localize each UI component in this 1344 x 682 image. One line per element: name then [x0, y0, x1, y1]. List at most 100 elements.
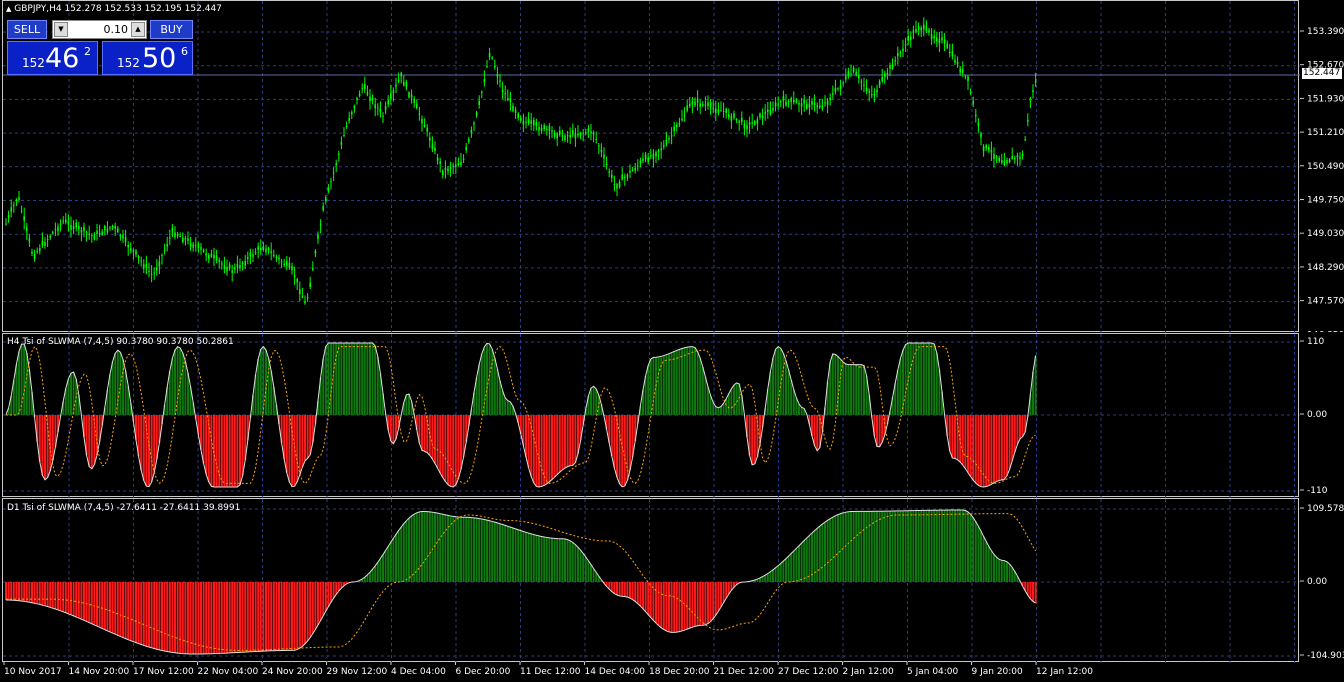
candle-body — [855, 71, 857, 75]
candle-body — [1034, 81, 1037, 83]
candle-body — [156, 267, 158, 271]
d1-indicator-area[interactable] — [2, 498, 1300, 663]
candle-body — [395, 84, 397, 88]
main-chart-area[interactable] — [2, 0, 1300, 333]
volume-up-icon[interactable]: ▲ — [131, 22, 145, 37]
candle-body — [244, 260, 246, 266]
candle-body — [10, 207, 12, 212]
candle-body — [348, 118, 350, 122]
candle-body — [93, 235, 96, 240]
candle-body — [132, 250, 135, 252]
candle-body — [514, 109, 517, 113]
candle-body — [171, 227, 174, 233]
candle-body — [85, 232, 88, 234]
candle-body — [712, 107, 714, 109]
candle-body — [631, 170, 634, 172]
candle-body — [735, 119, 738, 121]
candle-body — [611, 174, 613, 178]
time-tick-label: 9 Jan 20:00 — [972, 667, 1024, 677]
candle-body — [741, 117, 743, 123]
candle-body — [390, 93, 392, 99]
buy-price-button[interactable]: 152 50 6 — [102, 41, 193, 75]
candle-body — [954, 60, 956, 63]
candle-body — [720, 110, 722, 112]
candle-body — [616, 184, 618, 189]
candle-body — [265, 248, 267, 253]
candle-body — [72, 226, 75, 229]
collapse-triangle-icon[interactable]: ▲ — [6, 5, 11, 13]
candle-body — [28, 238, 31, 242]
candle-body — [351, 112, 353, 115]
candle-body — [585, 132, 587, 134]
candle-body — [1019, 156, 1021, 159]
candle-body — [496, 73, 499, 77]
candle-body — [681, 118, 683, 121]
candle-body — [39, 248, 41, 251]
candle-body — [356, 97, 358, 100]
candle-body — [850, 73, 852, 75]
candle-body — [234, 267, 236, 270]
candle-body — [20, 210, 23, 212]
candle-body — [816, 105, 818, 107]
candle-body — [70, 225, 72, 230]
candle-body — [946, 43, 948, 48]
candle-body — [1006, 160, 1008, 164]
candle-body — [902, 48, 904, 52]
candle-body — [600, 149, 603, 152]
candle-body — [114, 226, 116, 229]
candle-body — [91, 235, 93, 237]
candle-body — [605, 164, 608, 166]
candle-body — [839, 85, 842, 89]
candle-body — [871, 94, 873, 96]
candle-body — [426, 127, 428, 132]
time-tick-label: 5 Jan 04:00 — [907, 667, 959, 677]
candle-body — [13, 204, 15, 206]
volume-field[interactable]: ▼ 0.10 ▲ — [52, 20, 147, 39]
candle-body — [384, 106, 387, 111]
candle-body — [460, 162, 462, 165]
candle-body — [598, 145, 600, 147]
candle-body — [691, 101, 694, 105]
candle-body — [579, 133, 582, 136]
candle-body — [582, 132, 584, 134]
candle-body — [257, 246, 259, 250]
price-tick-label: 148.290 — [1307, 263, 1344, 273]
candle-body — [722, 110, 725, 112]
candle-body — [283, 263, 285, 266]
h4-indicator-area[interactable] — [2, 333, 1300, 498]
candle-body — [301, 296, 304, 298]
candle-body — [88, 233, 90, 235]
candle-body — [41, 240, 44, 246]
candle-body — [52, 232, 54, 234]
time-tick-label: 10 Nov 2017 — [4, 667, 62, 677]
candle-body — [387, 100, 389, 105]
candle-body — [221, 263, 223, 265]
candle-body — [273, 255, 275, 257]
candle-body — [434, 147, 436, 151]
candle-body — [57, 226, 59, 232]
candle-body — [83, 226, 85, 232]
volume-value[interactable]: 0.10 — [69, 21, 129, 38]
candle-body — [951, 51, 954, 57]
candle-body — [304, 301, 306, 304]
candle-body — [980, 133, 982, 138]
volume-down-icon[interactable]: ▼ — [54, 22, 68, 37]
time-axis[interactable]: 10 Nov 2017 14 Nov 20:00 17 Nov 12:00 22 No… — [0, 662, 1300, 682]
candle-body — [642, 158, 644, 161]
candle-body — [972, 100, 974, 104]
candle-body — [122, 234, 124, 239]
candle-body — [413, 99, 415, 103]
buy-button[interactable]: BUY — [150, 20, 193, 39]
sell-button[interactable]: SELL — [7, 20, 47, 39]
candle-body — [5, 223, 7, 225]
sell-price-button[interactable]: 152 46 2 — [7, 41, 98, 75]
price-axis[interactable]: 153.390152.670151.930151.210150.490149.7… — [1300, 0, 1344, 332]
candle-body — [590, 131, 592, 134]
candle-body — [863, 84, 865, 86]
candle-body — [504, 93, 506, 95]
time-tick-label: 11 Dec 12:00 — [520, 667, 581, 677]
time-tick-label: 12 Jan 12:00 — [1036, 667, 1093, 677]
indicator-tick-label: -104.9033 — [1307, 651, 1344, 661]
candle-body — [652, 153, 655, 159]
candle-body — [327, 187, 330, 192]
